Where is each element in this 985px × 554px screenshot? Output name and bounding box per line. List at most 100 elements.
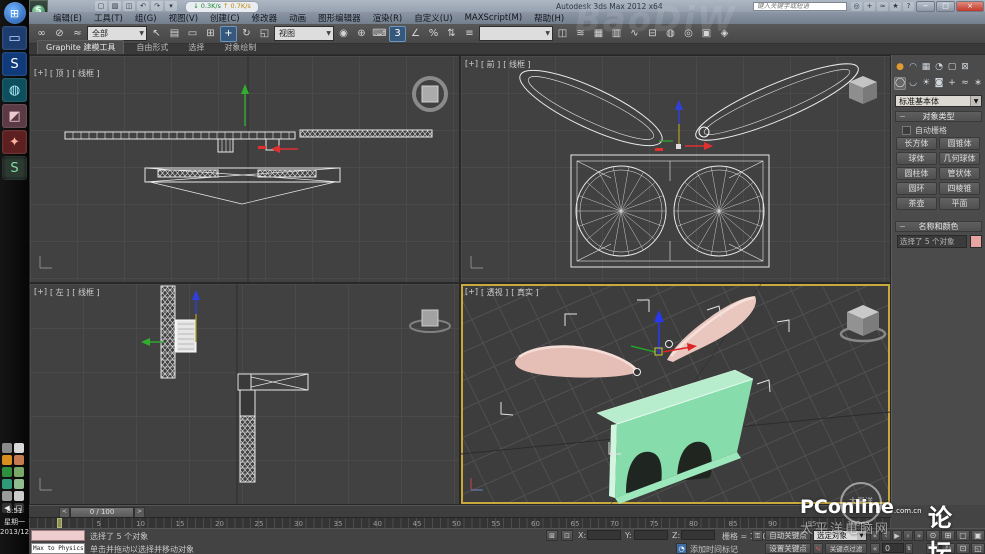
help-icon[interactable]: ? <box>903 2 914 11</box>
maxscript-mini-listener[interactable]: Max to Physics ! <box>31 543 85 554</box>
field-of-view-button[interactable]: ⊡ <box>956 543 970 554</box>
reference-coordinate-dropdown[interactable]: 视图▼ <box>274 26 334 41</box>
start-button[interactable]: ⊞ <box>4 2 26 24</box>
menu-item-7[interactable]: 图形编辑器 <box>312 12 367 24</box>
viewport-name-front[interactable]: [ 前 ] <box>481 59 500 70</box>
geometry-category[interactable]: ◯ <box>894 77 906 90</box>
lights-category[interactable]: ☀ <box>920 77 932 90</box>
object-button-3[interactable]: 几何球体 <box>939 152 980 165</box>
object-color-swatch[interactable] <box>970 235 982 248</box>
selection-lock-toggle[interactable]: ⊠ <box>546 530 558 541</box>
cameras-category[interactable]: ◙ <box>933 77 945 90</box>
open-file-icon[interactable]: ▧ <box>109 1 121 11</box>
keyboard-shortcut-override[interactable]: ⌨ <box>371 26 388 42</box>
key-filters-button[interactable]: 关键点过滤器... <box>825 543 867 554</box>
browser-s-app[interactable]: S <box>2 52 27 76</box>
display-properties-app[interactable]: ▭ <box>2 26 27 50</box>
search-icon[interactable]: ◎ <box>851 2 862 11</box>
y-coordinate-field[interactable] <box>634 530 668 540</box>
add-time-tag[interactable]: 添加时间标记 <box>690 544 738 554</box>
viewport-menu-perspective[interactable]: [+] <box>465 287 478 298</box>
favorites-star-icon[interactable]: ★ <box>890 2 901 11</box>
tray-icon-2[interactable] <box>2 455 12 465</box>
tray-icon-8[interactable] <box>2 491 12 501</box>
current-frame-marker[interactable] <box>57 518 62 528</box>
x-coordinate-field[interactable] <box>587 530 621 540</box>
key-filter-icon[interactable]: ∿ <box>813 543 823 554</box>
viewport-name-top[interactable]: [ 顶 ] <box>50 68 69 79</box>
select-and-scale[interactable]: ◱ <box>256 26 273 42</box>
minimize-button[interactable]: − <box>916 1 935 12</box>
select-and-move[interactable]: + <box>220 26 237 42</box>
object-button-7[interactable]: 四棱锥 <box>939 182 980 195</box>
object-button-1[interactable]: 圆锥体 <box>939 137 980 150</box>
percent-snap-toggle[interactable]: % <box>425 26 442 42</box>
menu-item-0[interactable]: 编辑(E) <box>47 12 88 24</box>
window-crossing[interactable]: ⊞ <box>202 26 219 42</box>
macro-recorder-line[interactable] <box>31 530 85 541</box>
absolute-mode-toggle[interactable]: ⊡ <box>561 530 573 541</box>
object-button-5[interactable]: 管状体 <box>939 167 980 180</box>
photo-app[interactable]: ◩ <box>2 104 27 128</box>
angle-snap-toggle[interactable]: ∠ <box>407 26 424 42</box>
spinner-snap-toggle[interactable]: ⇅ <box>443 26 460 42</box>
close-button[interactable]: × <box>956 1 984 12</box>
edit-named-selection-sets[interactable]: ≡ <box>461 26 478 42</box>
viewport-top[interactable]: [+] [ 顶 ] [ 线框 ] <box>30 56 459 282</box>
viewport-left[interactable]: [+] [ 左 ] [ 线框 ] <box>30 284 459 504</box>
menu-item-6[interactable]: 动画 <box>283 12 312 24</box>
object-button-4[interactable]: 圆柱体 <box>896 167 937 180</box>
viewport-perspective[interactable]: [+] [ 透视 ] [ 真实 ] <box>461 284 890 504</box>
viewport-front[interactable]: [+] [ 前 ] [ 线框 ] <box>461 56 890 282</box>
tray-icon-7[interactable] <box>14 479 24 489</box>
modify-tab[interactable]: ◠ <box>907 61 919 74</box>
menu-item-5[interactable]: 修改器 <box>246 12 284 24</box>
use-pivot-point-center[interactable]: ◉ <box>335 26 352 42</box>
viewport-shading-perspective[interactable]: [ 真实 ] <box>511 287 538 298</box>
selection-filter-dropdown[interactable]: 全部▼ <box>87 26 147 41</box>
viewport-menu-front[interactable]: [+] <box>465 59 478 70</box>
max-app[interactable]: S <box>2 156 27 180</box>
globe-app[interactable]: ◍ <box>2 78 27 102</box>
new-file-icon[interactable]: ▢ <box>95 1 107 11</box>
ribbon-tab-1[interactable]: 自由形式 <box>128 41 176 54</box>
security-app[interactable]: ✦ <box>2 130 27 154</box>
helpers-category[interactable]: + <box>946 77 958 90</box>
object-type-rollout[interactable]: −对象类型 <box>895 111 982 122</box>
tray-icon-3[interactable] <box>14 455 24 465</box>
zoom-extents-button[interactable]: ▢ <box>956 530 970 541</box>
select-object[interactable]: ↖ <box>148 26 165 42</box>
tray-icon-6[interactable] <box>2 479 12 489</box>
shapes-category[interactable]: ◡ <box>907 77 919 90</box>
viewport-menu-top[interactable]: [+] <box>34 68 47 79</box>
motion-tab[interactable]: ◔ <box>933 61 945 74</box>
viewport-name-left[interactable]: [ 左 ] <box>50 287 69 298</box>
maximize-button[interactable]: □ <box>936 1 955 12</box>
select-and-rotate[interactable]: ↻ <box>238 26 255 42</box>
menu-item-2[interactable]: 组(G) <box>129 12 163 24</box>
tray-icon-1[interactable] <box>14 443 24 453</box>
workspace-dropdown-icon[interactable]: ▾ <box>165 1 177 11</box>
viewport-name-perspective[interactable]: [ 透视 ] <box>481 287 508 298</box>
named-selection-sets-dropdown[interactable]: ▼ <box>479 26 553 41</box>
ribbon-tab-3[interactable]: 对象绘制 <box>216 41 264 54</box>
systems-category[interactable]: ∗ <box>972 77 984 90</box>
viewport-shading-left[interactable]: [ 线框 ] <box>72 287 99 298</box>
select-and-manipulate[interactable]: ⊕ <box>353 26 370 42</box>
autogrid-checkbox[interactable] <box>902 126 911 135</box>
key-mode-toggle[interactable]: « <box>870 543 880 554</box>
current-frame-field[interactable]: 0 <box>882 543 904 553</box>
name-color-rollout[interactable]: −名称和颜色 <box>895 221 982 232</box>
menu-item-10[interactable]: MAXScript(M) <box>459 13 529 23</box>
object-button-2[interactable]: 球体 <box>896 152 937 165</box>
viewport-menu-left[interactable]: [+] <box>34 287 47 298</box>
display-tab[interactable]: ▢ <box>946 61 958 74</box>
object-name-field[interactable]: 选择了 5 个对象 <box>897 235 967 248</box>
communication-center-icon[interactable]: ≈ <box>877 2 888 11</box>
menu-item-3[interactable]: 视图(V) <box>163 12 204 24</box>
maximize-viewport-button[interactable]: ◱ <box>971 543 985 554</box>
undo-icon[interactable]: ↶ <box>137 1 149 11</box>
z-coordinate-field[interactable] <box>681 530 715 540</box>
menu-item-11[interactable]: 帮助(H) <box>528 12 570 24</box>
snaps-toggle-3d[interactable]: 3 <box>389 26 406 42</box>
